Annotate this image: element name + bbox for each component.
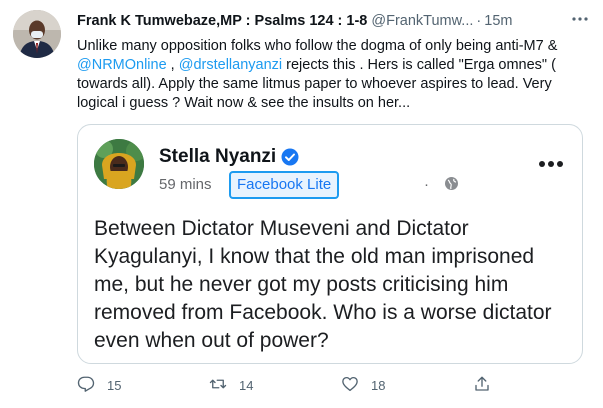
facebook-lite-badge: Facebook Lite [229,171,340,199]
embedded-screenshot[interactable]: Stella Nyanzi 59 mins Facebook Lite · Be… [77,124,583,364]
retweet-count: 14 [239,377,254,393]
embed-author-name: Stella Nyanzi [159,146,277,167]
author-avatar[interactable] [13,10,61,58]
verified-icon [281,148,299,166]
retweet-button[interactable]: 14 [209,371,253,399]
embed-separator: · [424,176,429,193]
globe-icon [444,176,459,191]
embed-avatar [94,139,144,189]
share-icon [473,375,491,396]
share-button[interactable] [473,371,491,399]
tweet-actions: 15 14 18 [77,371,597,401]
author-handle[interactable]: @FrankTumw... [371,13,473,29]
tweet-header: Frank K Tumwebaze,MP : Psalms 124 : 1-8 @… [77,13,597,33]
tweet-text: Unlike many opposition folks who follow … [77,37,592,113]
tweet-text-part: Unlike many opposition folks who follow … [77,38,558,54]
mention-link[interactable]: @drstellanyanzi [179,57,282,73]
like-icon [341,375,359,396]
tweet[interactable]: Frank K Tumwebaze,MP : Psalms 124 : 1-8 @… [0,0,603,408]
reply-count: 15 [107,377,122,393]
like-count: 18 [371,377,386,393]
like-button[interactable]: 18 [341,371,385,399]
tweet-text-part: , [166,57,179,73]
separator-dot: · [476,13,482,29]
retweet-icon [209,375,227,396]
embed-post-text: Between Dictator Museveni and Dictator K… [94,217,552,352]
reply-icon [77,375,95,396]
reply-button[interactable]: 15 [77,371,121,399]
author-name[interactable]: Frank K Tumwebaze,MP : Psalms 124 : 1-8 [77,13,367,29]
mention-link[interactable]: @NRMOnline [77,57,167,73]
embed-time: 59 mins [159,176,212,193]
embed-more-icon [538,155,564,167]
tweet-time[interactable]: 15m [484,13,512,29]
more-icon[interactable] [569,8,591,30]
